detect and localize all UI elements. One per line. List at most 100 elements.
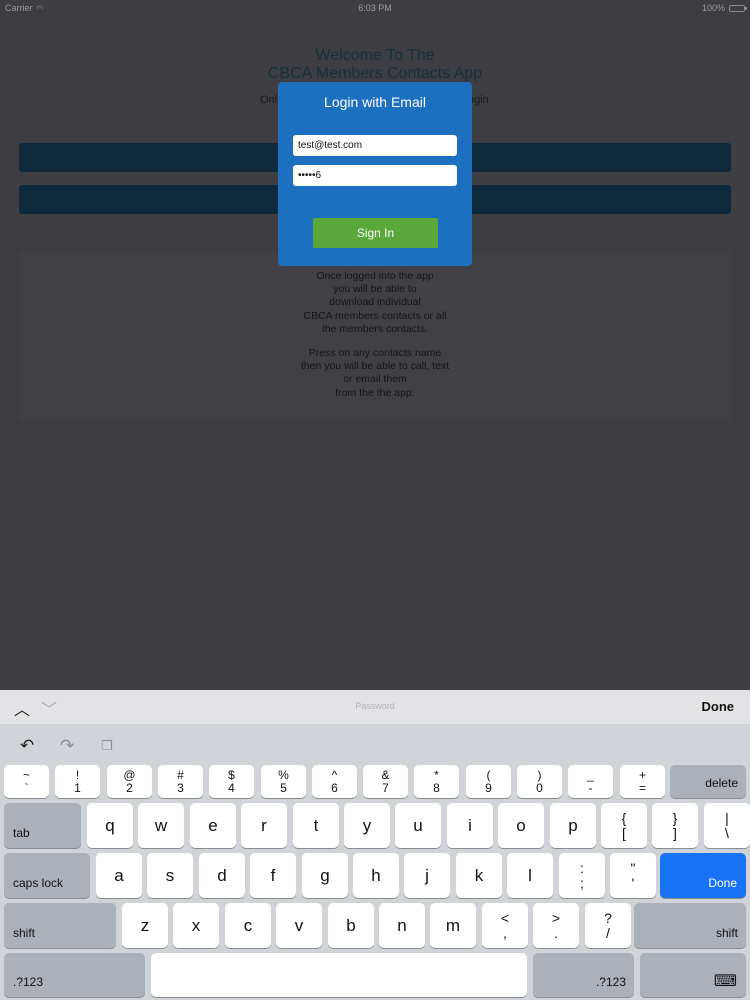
- key-main-glyph: ;: [580, 874, 584, 891]
- key-v[interactable]: v: [276, 903, 322, 948]
- key-j[interactable]: j: [404, 853, 450, 898]
- key-punct-1[interactable]: " ': [610, 853, 656, 898]
- key-m[interactable]: m: [430, 903, 476, 948]
- key-x[interactable]: x: [173, 903, 219, 948]
- key-z[interactable]: z: [122, 903, 168, 948]
- key-8-8[interactable]: * 8: [414, 765, 459, 798]
- key-shift-glyph: ): [537, 767, 542, 782]
- key-h[interactable]: h: [353, 853, 399, 898]
- key-shift-glyph: ": [630, 859, 636, 876]
- key-6-6[interactable]: ^ 6: [312, 765, 357, 798]
- key-shift-glyph: <: [500, 909, 510, 926]
- right-shift-key[interactable]: shift: [634, 903, 746, 948]
- battery-percent: 100%: [701, 3, 725, 13]
- key-r[interactable]: r: [241, 803, 287, 848]
- welcome-title-line1: Welcome To The: [315, 47, 435, 64]
- sign-in-button[interactable]: Sign In: [313, 218, 438, 248]
- key-4-4[interactable]: $4: [209, 765, 254, 798]
- key-shift-glyph: $: [228, 767, 235, 782]
- battery-indicator: 100%: [701, 3, 747, 13]
- numbers-key-left[interactable]: .?123: [4, 953, 145, 997]
- key-label: x: [191, 915, 201, 935]
- numbers-key-right[interactable]: .?123: [533, 953, 634, 997]
- key-punct-0[interactable]: :;: [559, 853, 605, 898]
- key-label: r: [261, 815, 267, 835]
- key-shift-glyph: |: [725, 809, 729, 826]
- key-c[interactable]: c: [225, 903, 271, 948]
- email-field[interactable]: test@test.com: [293, 135, 457, 156]
- key-label: w: [154, 815, 168, 835]
- key-main-glyph: ,: [503, 924, 507, 941]
- key-label: l: [528, 865, 532, 885]
- key-symbol-2[interactable]: ? /: [585, 903, 631, 948]
- key-main-glyph: \: [725, 824, 729, 841]
- key-k[interactable]: k: [456, 853, 502, 898]
- key-shift-glyph: _: [587, 767, 594, 782]
- key-label: caps lock: [13, 876, 64, 890]
- key-main-glyph: 0: [536, 780, 543, 795]
- key-label: o: [516, 815, 526, 835]
- key-label: c: [243, 915, 253, 935]
- undo-icon[interactable]: ↶: [20, 736, 34, 756]
- key-label: shift: [715, 926, 738, 940]
- accessory-done-button[interactable]: Done: [702, 699, 735, 714]
- keyboard-done-key[interactable]: Done: [660, 853, 746, 898]
- paste-icon[interactable]: ❐: [101, 738, 113, 754]
- key-9-9[interactable]: (9: [466, 765, 511, 798]
- key-5-5[interactable]: % 5: [261, 765, 306, 798]
- key-u[interactable]: u: [395, 803, 441, 848]
- key-2-2[interactable]: @2: [107, 765, 152, 798]
- key-label: b: [346, 915, 356, 935]
- key-p[interactable]: p: [550, 803, 596, 848]
- left-shift-key[interactable]: shift: [4, 903, 116, 948]
- tab-key[interactable]: tab: [4, 803, 81, 848]
- key-bracket-2[interactable]: | \: [704, 803, 750, 848]
- caps-lock-key[interactable]: caps lock: [4, 853, 90, 898]
- key-label: a: [114, 865, 124, 885]
- key-l[interactable]: l: [507, 853, 553, 898]
- key-shift-glyph: #: [177, 767, 184, 782]
- welcome-title-line2: CBCA Members Contacts App: [267, 65, 483, 82]
- battery-icon: [729, 4, 747, 12]
- dismiss-keyboard-key[interactable]: ⌨: [640, 953, 746, 997]
- key-i[interactable]: i: [447, 803, 493, 848]
- active-field-label: Password: [355, 701, 395, 711]
- key-n[interactable]: n: [379, 903, 425, 948]
- delete-key[interactable]: delete: [670, 765, 746, 798]
- key-bracket-1[interactable]: }]: [652, 803, 698, 848]
- key--11[interactable]: _ -: [568, 765, 613, 798]
- key-main-glyph: 4: [228, 780, 235, 795]
- key-g[interactable]: g: [302, 853, 348, 898]
- key-0-10[interactable]: ) 0: [517, 765, 562, 798]
- key-symbol-0[interactable]: <,: [482, 903, 528, 948]
- key-a[interactable]: a: [96, 853, 142, 898]
- key-main-glyph: 1: [74, 780, 81, 795]
- key-1-1[interactable]: ! 1: [55, 765, 100, 798]
- key-bracket-0[interactable]: {[: [601, 803, 647, 848]
- key--12[interactable]: + =: [620, 765, 665, 798]
- key-label: .?123: [595, 975, 626, 989]
- key-y[interactable]: y: [344, 803, 390, 848]
- key-symbol-1[interactable]: >.: [533, 903, 579, 948]
- key-t[interactable]: t: [293, 803, 339, 848]
- space-bar[interactable]: [151, 953, 527, 997]
- key-shift-glyph: ~: [22, 767, 30, 782]
- key-o[interactable]: o: [498, 803, 544, 848]
- key-e[interactable]: e: [190, 803, 236, 848]
- key-label: shift: [13, 926, 36, 940]
- key-b[interactable]: b: [328, 903, 374, 948]
- key-f[interactable]: f: [250, 853, 296, 898]
- key-s[interactable]: s: [147, 853, 193, 898]
- key--0[interactable]: ~ `: [4, 765, 49, 798]
- password-field[interactable]: •••••6: [293, 165, 457, 186]
- key-label: y: [362, 815, 372, 835]
- key-w[interactable]: w: [138, 803, 184, 848]
- key-main-glyph: ]: [673, 824, 677, 841]
- key-7-7[interactable]: & 7: [363, 765, 408, 798]
- key-d[interactable]: d: [199, 853, 245, 898]
- key-3-3[interactable]: #3: [158, 765, 203, 798]
- background-subtitle-left: Onl: [260, 94, 278, 106]
- key-main-glyph: -: [588, 780, 593, 795]
- key-q[interactable]: q: [87, 803, 133, 848]
- redo-icon[interactable]: ↷: [60, 736, 74, 756]
